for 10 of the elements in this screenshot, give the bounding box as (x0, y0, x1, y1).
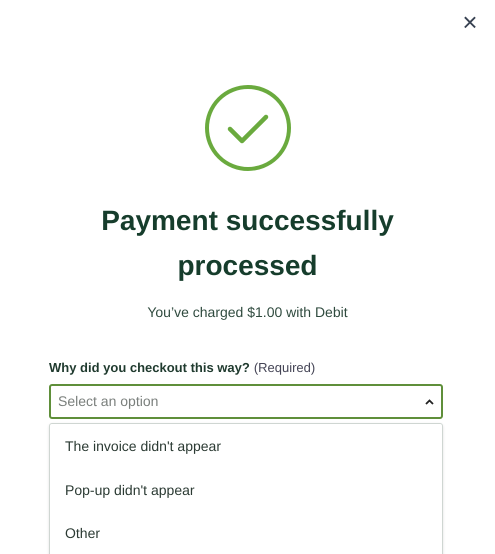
check-circle-icon (204, 84, 292, 172)
title: Payment successfully processed (100, 204, 395, 283)
field-label: Why did you checkout this way? (49, 359, 250, 377)
close-button[interactable]: × (457, 8, 483, 36)
required-note: (Required) (254, 359, 316, 377)
dropdown-option[interactable]: Other (50, 512, 442, 554)
subtitle: You’ve charged $1.00 with Debit (147, 303, 348, 322)
select-field[interactable]: Select an option (49, 384, 443, 419)
dropdown-option[interactable]: The invoice didn't appear (50, 425, 442, 468)
dropdown-option[interactable]: Pop-up didn't appear (50, 468, 442, 512)
